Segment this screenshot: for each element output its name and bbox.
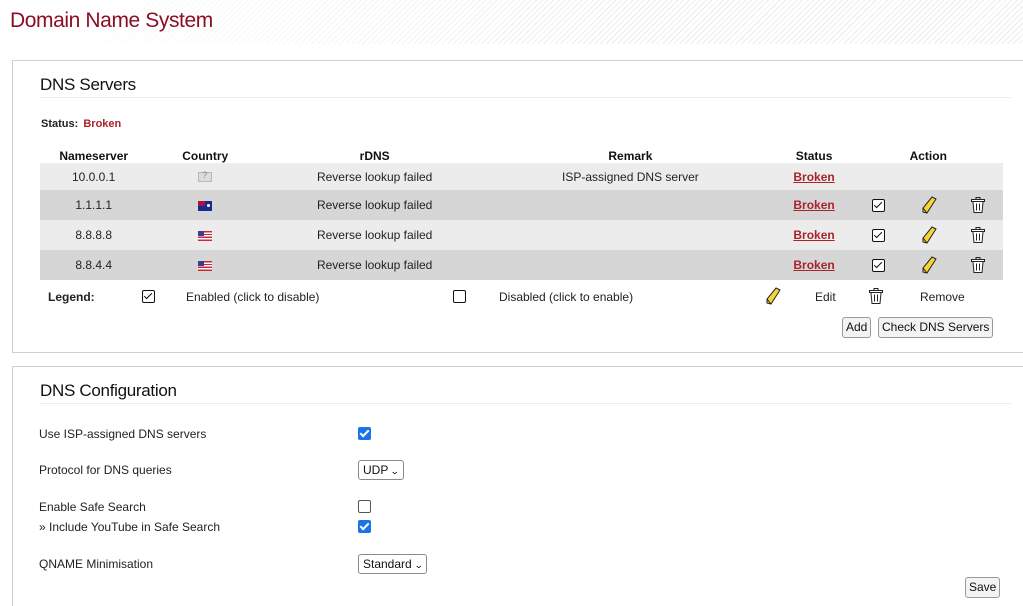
protocol-select[interactable]: UDP ⌄ — [358, 460, 404, 480]
enabled-checkbox-icon[interactable] — [872, 259, 886, 273]
safe-search-checkbox[interactable] — [358, 500, 371, 513]
status-label: Status: — [41, 118, 79, 130]
enabled-checkbox-icon[interactable] — [872, 199, 886, 213]
qname-select[interactable]: Standard ⌄ — [358, 554, 428, 574]
dns-servers-table: Nameserver Country rDNS Remark Status Ac… — [40, 148, 1003, 280]
nameserver-cell: 8.8.8.8 — [75, 228, 113, 242]
remark-cell — [486, 190, 774, 220]
legend-enabled-text: Enabled (click to disable) — [186, 290, 320, 304]
table-row: 8.8.4.4 Reverse lookup failed Broken — [40, 250, 1003, 280]
youtube-safe-search-checkbox[interactable] — [358, 520, 371, 533]
pencil-icon[interactable] — [921, 256, 937, 274]
page-header: Domain Name System — [0, 0, 1023, 44]
rdns-cell: Reverse lookup failed — [316, 169, 433, 184]
rdns-cell: Reverse lookup failed — [316, 258, 433, 272]
legend-remove-text: Remove — [920, 290, 965, 304]
usa-flag-icon — [198, 230, 213, 241]
enabled-legend-icon — [142, 290, 155, 303]
rdns-cell: Reverse lookup failed — [316, 198, 433, 212]
remark-cell: ISP-assigned DNS server — [562, 169, 699, 184]
nameserver-cell: 1.1.1.1 — [75, 198, 113, 212]
trash-icon[interactable] — [971, 197, 986, 213]
table-row: 8.8.8.8 Reverse lookup failed Broken — [40, 220, 1003, 250]
trash-icon[interactable] — [971, 257, 986, 273]
legend-disabled-text: Disabled (click to enable) — [499, 290, 634, 304]
trash-legend-icon — [869, 288, 883, 304]
youtube-safe-search-label: » Include YouTube in Safe Search — [39, 520, 221, 534]
trash-icon[interactable] — [971, 227, 986, 243]
col-action: Action — [909, 148, 947, 163]
use-isp-checkbox[interactable] — [358, 427, 371, 440]
pencil-icon[interactable] — [921, 226, 937, 244]
protocol-label: Protocol for DNS queries — [39, 463, 172, 477]
dns-servers-panel: DNS Servers Status: Broken Nameserver Co… — [12, 60, 1023, 353]
col-nameserver: Nameserver — [59, 148, 129, 163]
enabled-checkbox-icon[interactable] — [872, 229, 886, 243]
col-remark: Remark — [608, 148, 653, 163]
status-link[interactable]: Broken — [793, 258, 834, 272]
status-link[interactable]: Broken — [793, 170, 834, 184]
nameserver-cell: 10.0.0.1 — [71, 169, 116, 184]
col-rdns: rDNS — [359, 148, 390, 163]
legend: Legend: Enabled (click to disable) Disab… — [40, 287, 1003, 309]
nameserver-cell: 8.8.4.4 — [75, 258, 113, 272]
table-row: 10.0.0.1 Reverse lookup failed ISP-assig… — [40, 163, 1003, 190]
dns-servers-title: DNS Servers — [40, 75, 136, 94]
legend-edit-text: Edit — [815, 290, 836, 304]
col-status: Status — [795, 148, 833, 163]
qname-label: QNAME Minimisation — [39, 557, 154, 571]
title-divider — [40, 403, 1011, 404]
table-header-row: Nameserver Country rDNS Remark Status Ac… — [40, 148, 1003, 163]
add-button[interactable]: Add — [842, 317, 872, 338]
table-row: 1.1.1.1 Reverse lookup failed Broken — [40, 190, 1003, 220]
legend-label: Legend: — [48, 290, 95, 304]
dns-configuration-panel: DNS Configuration Use ISP-assigned DNS s… — [12, 366, 1023, 606]
remark-cell — [486, 250, 774, 280]
australia-flag-icon — [198, 200, 213, 211]
col-country: Country — [182, 148, 229, 163]
remark-cell — [486, 220, 774, 250]
title-divider — [40, 97, 1011, 98]
disabled-legend-icon — [453, 290, 466, 303]
unknown-flag-icon — [198, 170, 213, 183]
save-button[interactable]: Save — [965, 577, 1001, 598]
safe-search-label: Enable Safe Search — [39, 500, 146, 514]
rdns-cell: Reverse lookup failed — [316, 228, 433, 242]
chevron-down-icon: ⌄ — [413, 560, 424, 570]
pencil-icon[interactable] — [921, 196, 937, 214]
protocol-value: UDP — [363, 463, 389, 477]
status-value: Broken — [83, 118, 122, 130]
status-link[interactable]: Broken — [793, 228, 834, 242]
status-link[interactable]: Broken — [793, 198, 834, 212]
page-title: Domain Name System — [10, 9, 213, 32]
usa-flag-icon — [198, 260, 213, 271]
dns-configuration-title: DNS Configuration — [40, 381, 177, 400]
overall-status: Status: Broken — [41, 118, 121, 130]
check-dns-servers-button[interactable]: Check DNS Servers — [878, 317, 994, 338]
pencil-legend-icon — [766, 287, 781, 305]
use-isp-label: Use ISP-assigned DNS servers — [39, 427, 207, 441]
qname-value: Standard — [363, 557, 412, 571]
chevron-down-icon: ⌄ — [390, 466, 401, 476]
